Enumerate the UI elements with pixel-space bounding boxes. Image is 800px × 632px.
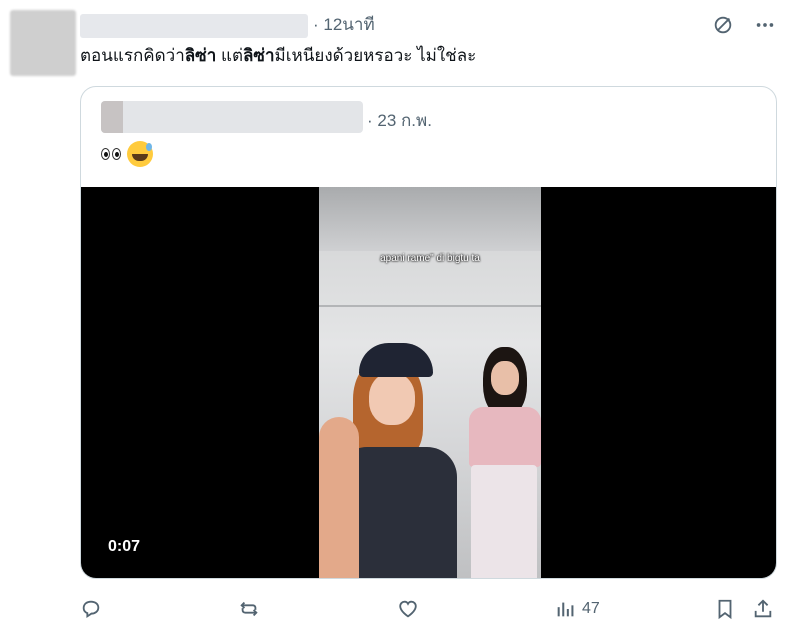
bookmark-icon — [718, 599, 732, 620]
video-scene-wall-line — [319, 305, 541, 307]
post-text: ตอนแรกคิดว่าลิซ่า แต่ลิซ่ามีเหนียงด้วยหร… — [80, 44, 476, 68]
repost-button[interactable] — [238, 596, 260, 622]
video-scene-arm — [319, 417, 359, 578]
reply-icon — [82, 600, 100, 619]
like-button[interactable] — [397, 596, 419, 622]
post-action-bar: 47 — [80, 596, 780, 622]
post-top-actions — [712, 14, 776, 36]
quoted-redacted-username[interactable] — [101, 101, 363, 133]
views-button[interactable]: 47 — [554, 596, 600, 622]
video-player[interactable]: apani rame" di bigtu ta 0:07 — [81, 187, 776, 578]
post-text-part: แต่ — [216, 46, 244, 65]
eye-icon — [112, 148, 121, 160]
video-scene-ceiling — [319, 187, 541, 251]
video-caption: apani rame" di bigtu ta — [380, 253, 480, 264]
video-scene-face — [491, 361, 519, 395]
reply-button[interactable] — [80, 596, 102, 622]
grok-icon[interactable] — [712, 14, 734, 36]
quoted-post-timestamp[interactable]: · 23 ก.พ. — [367, 107, 432, 134]
views-icon — [557, 602, 574, 617]
views-count: 47 — [582, 600, 600, 617]
post-text-part: ตอนแรกคิดว่า — [80, 46, 185, 65]
post-timestamp[interactable]: · 12นาที — [313, 14, 375, 36]
sweat-smile-emoji — [127, 141, 153, 167]
repost-icon — [240, 601, 258, 617]
share-icon — [754, 599, 772, 618]
video-frame: apani rame" di bigtu ta — [319, 187, 541, 578]
eyes-emoji — [101, 148, 121, 160]
eye-icon — [101, 148, 110, 160]
video-scene-face — [369, 373, 415, 425]
bookmark-button[interactable] — [714, 596, 736, 622]
quoted-post-text — [101, 141, 153, 167]
share-button[interactable] — [752, 596, 774, 622]
redacted-username[interactable] — [80, 14, 308, 38]
video-scene-cap — [359, 343, 433, 377]
post-text-bold: ลิซ่า — [243, 46, 275, 65]
video-person-right — [465, 347, 541, 578]
quoted-post-card[interactable]: · 23 ก.พ. apani rame" di bigtu ta 0:07 — [80, 86, 777, 579]
post-text-bold: ลิซ่า — [184, 46, 217, 65]
avatar[interactable] — [10, 10, 76, 76]
post-text-part: มีเหนียงด้วยหรอวะ ไม่ใช่ละ — [274, 46, 477, 65]
video-scene-skirt — [471, 465, 537, 578]
video-duration: 0:07 — [108, 538, 141, 555]
like-icon — [399, 600, 417, 618]
more-icon[interactable] — [754, 14, 776, 36]
video-scene-top — [469, 407, 541, 467]
